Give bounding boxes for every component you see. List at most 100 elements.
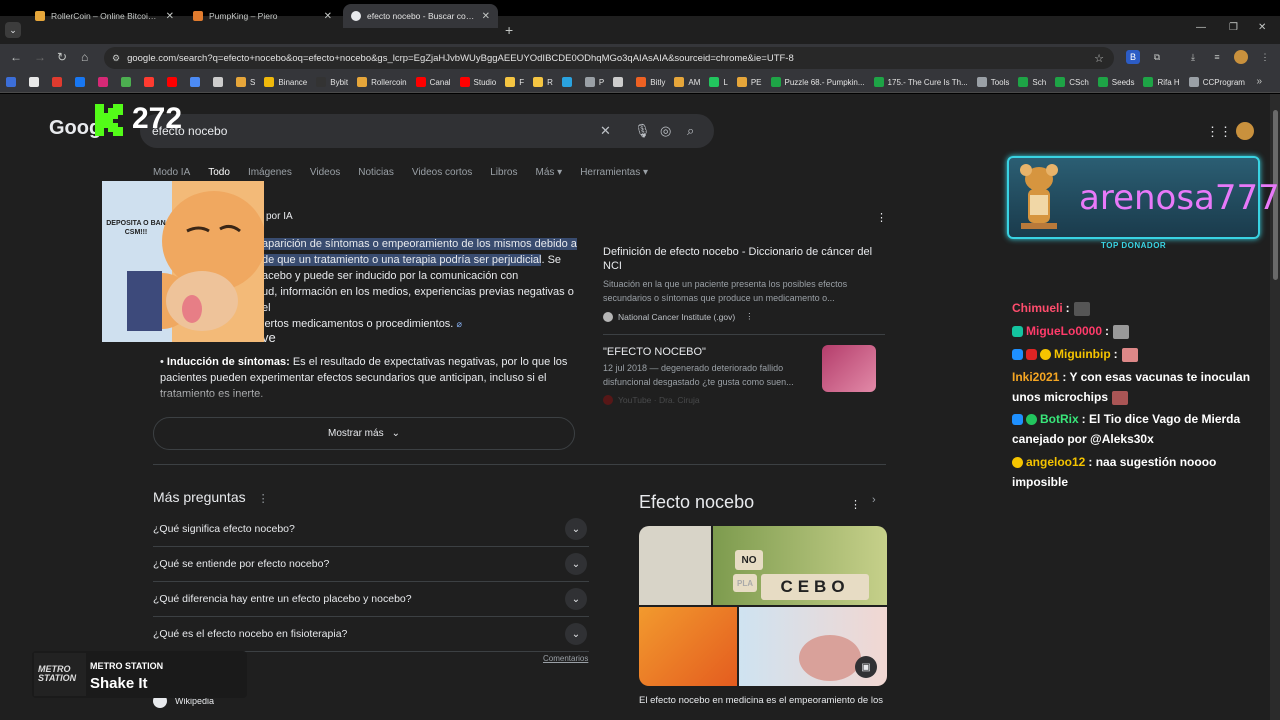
link-icon[interactable]: ⌀ bbox=[456, 319, 461, 329]
back-icon[interactable]: ← bbox=[10, 50, 22, 64]
bookmark-item[interactable]: P bbox=[584, 77, 604, 87]
lens-search-icon[interactable]: ◎ bbox=[660, 123, 671, 139]
head-illustration-image[interactable] bbox=[639, 607, 737, 686]
close-tab-icon[interactable]: ✕ bbox=[482, 11, 490, 22]
source-title[interactable]: Definición de efecto nocebo - Diccionari… bbox=[603, 245, 885, 273]
search-tab[interactable]: Todo bbox=[208, 167, 230, 178]
bookmark-item[interactable]: Seeds bbox=[1097, 77, 1134, 87]
bookmark-item[interactable]: Bitly bbox=[636, 77, 665, 87]
faq-item[interactable]: ¿Qué es el efecto nocebo en fisioterapia… bbox=[153, 617, 589, 652]
bookmark-item[interactable] bbox=[613, 77, 627, 87]
comic-image[interactable] bbox=[639, 526, 711, 605]
bookmark-item[interactable] bbox=[144, 77, 158, 87]
tab-google-search[interactable]: efecto nocebo - Buscar con Go ✕ bbox=[343, 4, 498, 28]
search-tab[interactable]: Más ▾ bbox=[536, 167, 563, 178]
bookmark-item[interactable]: CSch bbox=[1055, 77, 1089, 87]
search-icon[interactable]: ⌕ bbox=[687, 123, 694, 139]
reload-icon[interactable]: ↻ bbox=[57, 50, 67, 64]
search-tab[interactable]: Imágenes bbox=[248, 167, 292, 178]
source-title[interactable]: "EFECTO NOCEBO" bbox=[603, 345, 813, 359]
new-tab-button[interactable]: + bbox=[505, 22, 513, 38]
site-info-icon[interactable]: ⚙ bbox=[112, 53, 120, 64]
bookmark-item[interactable] bbox=[190, 77, 204, 87]
tab-pumpking[interactable]: PumpKing – Piero ✕ bbox=[185, 4, 340, 28]
profile-avatar-icon[interactable] bbox=[1234, 50, 1248, 64]
source-site: YouTube · Dra. Ciruja bbox=[603, 395, 813, 405]
minimize-icon[interactable]: — bbox=[1196, 22, 1206, 33]
bookmark-item[interactable]: PE bbox=[736, 77, 762, 87]
show-more-button[interactable]: Mostrar más ⌄ bbox=[153, 417, 575, 450]
tab-search-button[interactable]: ⌄ bbox=[5, 22, 21, 38]
bookmark-item[interactable]: Rifa H bbox=[1143, 77, 1180, 87]
source-thumbnail[interactable] bbox=[822, 345, 876, 392]
bookmark-item[interactable]: Binance bbox=[264, 77, 307, 87]
clear-search-icon[interactable]: ✕ bbox=[600, 123, 611, 139]
bookmark-item[interactable] bbox=[6, 77, 20, 87]
tab-rollercoin[interactable]: RollerCoin – Online Bitcoin Mi ✕ bbox=[27, 4, 182, 28]
menu-icon[interactable]: ⋮ bbox=[1258, 50, 1272, 64]
bookmark-item[interactable]: Tools bbox=[976, 77, 1009, 87]
close-tab-icon[interactable]: ✕ bbox=[166, 11, 174, 22]
bookmark-item[interactable] bbox=[98, 77, 112, 87]
bookmark-item[interactable]: Sch bbox=[1018, 77, 1046, 87]
chevron-down-icon[interactable]: ⌄ bbox=[565, 623, 587, 645]
bookmark-item[interactable]: 175.- The Cure Is Th... bbox=[873, 77, 968, 87]
bookmark-item[interactable] bbox=[121, 77, 135, 87]
bookmark-item[interactable] bbox=[29, 77, 43, 87]
chevron-right-icon[interactable]: › bbox=[872, 494, 876, 506]
bookmark-item[interactable]: Canal bbox=[415, 77, 451, 87]
media-controls-icon[interactable]: ≡ bbox=[1210, 50, 1224, 64]
bookmark-star-icon[interactable]: ☆ bbox=[1094, 52, 1104, 65]
bookmark-item[interactable]: F bbox=[505, 77, 524, 87]
source-card[interactable]: Definición de efecto nocebo - Diccionari… bbox=[603, 245, 885, 322]
search-tab[interactable]: Libros bbox=[490, 167, 517, 178]
bookmark-item[interactable] bbox=[561, 77, 576, 87]
more-options-icon[interactable]: ⋮ bbox=[850, 498, 861, 511]
close-window-icon[interactable]: ✕ bbox=[1258, 22, 1266, 33]
search-tab[interactable]: Noticias bbox=[358, 167, 394, 178]
search-tab[interactable]: Herramientas ▾ bbox=[580, 167, 648, 178]
downloads-icon[interactable]: ⤓ bbox=[1186, 50, 1200, 64]
bookmark-item[interactable] bbox=[167, 77, 181, 87]
bookmark-item[interactable]: Rollercoin bbox=[357, 77, 407, 87]
image-icon[interactable]: ▣ bbox=[855, 656, 877, 678]
voice-search-icon[interactable]: 🎙︎ bbox=[634, 123, 651, 139]
chevron-down-icon[interactable]: ⌄ bbox=[565, 518, 587, 540]
search-box[interactable]: efecto nocebo ✕ 🎙︎ ◎ ⌕ bbox=[140, 114, 714, 148]
extension-icon[interactable]: B bbox=[1126, 50, 1140, 64]
bookmark-item[interactable]: CCProgram bbox=[1188, 77, 1245, 87]
extensions-puzzle-icon[interactable]: ⧉ bbox=[1150, 50, 1164, 64]
address-bar[interactable]: ⚙ google.com/search?q=efecto+nocebo&oq=e… bbox=[104, 47, 1114, 69]
source-card[interactable]: "EFECTO NOCEBO" 12 jul 2018 — degenerado… bbox=[603, 345, 813, 405]
faq-item[interactable]: ¿Qué se entiende por efecto nocebo? ⌄ bbox=[153, 547, 589, 582]
bookmark-item[interactable]: AM bbox=[674, 77, 700, 87]
more-options-icon[interactable]: ⋮ bbox=[258, 493, 269, 505]
bookmark-item[interactable] bbox=[213, 77, 227, 87]
more-options-icon[interactable]: ⋮ bbox=[745, 311, 754, 322]
home-icon[interactable]: ⌂ bbox=[81, 50, 88, 64]
bookmark-item[interactable]: S bbox=[236, 77, 255, 87]
search-tab[interactable]: Modo IA bbox=[153, 167, 190, 178]
bookmark-item[interactable] bbox=[52, 77, 66, 87]
account-avatar[interactable] bbox=[1236, 122, 1254, 140]
search-tab[interactable]: Videos bbox=[310, 167, 340, 178]
forward-icon[interactable]: → bbox=[34, 50, 46, 64]
bookmark-item[interactable]: Puzzle 68.- Pumpkin... bbox=[770, 77, 865, 87]
maximize-icon[interactable]: ❐ bbox=[1229, 22, 1238, 33]
faq-item[interactable]: ¿Qué significa efecto nocebo? ⌄ bbox=[153, 512, 589, 547]
more-options-icon[interactable]: ⋮ bbox=[876, 211, 887, 224]
no-placebo-image[interactable]: NO PLA CEBO bbox=[713, 526, 887, 605]
faq-item[interactable]: ¿Qué diferencia hay entre un efecto plac… bbox=[153, 582, 589, 617]
bookmark-item[interactable]: R bbox=[533, 77, 553, 87]
bookmark-item[interactable]: Bybit bbox=[316, 77, 348, 87]
bookmark-item[interactable] bbox=[75, 77, 89, 87]
chevron-down-icon[interactable]: ⌄ bbox=[565, 588, 587, 610]
bookmark-item[interactable]: L bbox=[709, 77, 728, 87]
more-bookmarks-icon[interactable]: » bbox=[1256, 76, 1262, 87]
knowledge-panel-images[interactable]: NO PLA CEBO ▣ bbox=[639, 526, 887, 686]
bookmark-item[interactable]: Studio bbox=[459, 77, 496, 87]
chevron-down-icon[interactable]: ⌄ bbox=[565, 553, 587, 575]
feedback-link[interactable]: Comentarios bbox=[543, 654, 588, 663]
close-tab-icon[interactable]: ✕ bbox=[324, 11, 332, 22]
search-tab[interactable]: Videos cortos bbox=[412, 167, 472, 178]
